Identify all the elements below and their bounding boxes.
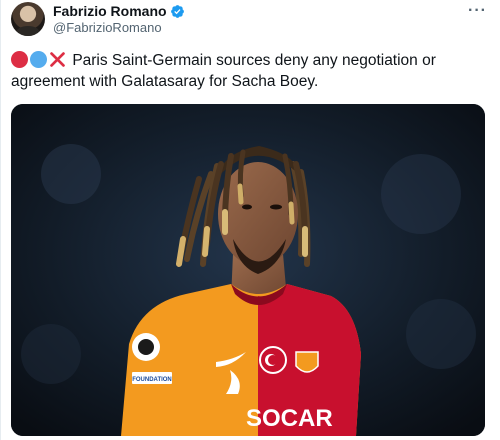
- author-display-name[interactable]: Fabrizio Romano: [53, 3, 167, 19]
- tweet-photo[interactable]: FOUNDATION SOCAR: [11, 104, 485, 436]
- avatar[interactable]: [11, 2, 45, 36]
- cross-mark-icon: [50, 52, 65, 67]
- tweet-header: Fabrizio Romano @FabrizioRomano ···: [11, 2, 491, 40]
- tweet-card[interactable]: Fabrizio Romano @FabrizioRomano ··· Pari…: [0, 0, 500, 440]
- author-handle[interactable]: @FabrizioRomano: [53, 20, 185, 36]
- ellipsis-icon[interactable]: ···: [468, 2, 487, 20]
- blue-circle-icon: [30, 51, 47, 68]
- author-info: Fabrizio Romano @FabrizioRomano: [53, 2, 185, 36]
- sleeve-patch-text: FOUNDATION: [132, 377, 172, 383]
- tweet-body: Paris Saint-Germain sources deny any neg…: [11, 52, 436, 90]
- jersey-sponsor-text: SOCAR: [246, 405, 333, 432]
- player-photo: FOUNDATION SOCAR: [11, 104, 485, 436]
- tweet-text: Paris Saint-Germain sources deny any neg…: [11, 50, 481, 92]
- red-circle-icon: [11, 51, 28, 68]
- verified-badge-icon: [170, 4, 184, 18]
